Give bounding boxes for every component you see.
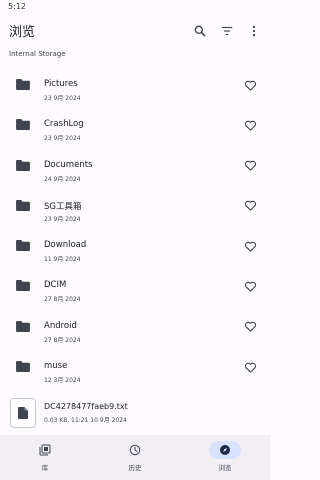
favorite-button[interactable] (242, 158, 258, 174)
folder-date: 27 8月 2024 (44, 336, 81, 344)
folder-date: 11 9月 2024 (44, 256, 81, 264)
filter-icon (221, 26, 233, 36)
folder-date: 23 9月 2024 (44, 215, 81, 223)
nav-browse[interactable]: 浏览 (180, 435, 270, 480)
heart-outline-icon (244, 362, 256, 373)
heart-outline-icon (244, 241, 256, 252)
folder-icon (16, 361, 30, 373)
folder-name: Android (44, 320, 77, 331)
folder-row-muse[interactable]: muse 12 3月 2024 (0, 348, 270, 388)
folder-date: 27 8月 2024 (44, 296, 81, 304)
favorite-button[interactable] (242, 319, 258, 335)
folder-icon (16, 119, 30, 131)
folder-icon (16, 240, 30, 252)
more-vert-icon (252, 25, 256, 37)
file-name: DC4278477faeb9.txt (44, 402, 128, 411)
folder-name: DCIM (44, 280, 67, 291)
folder-date: 23 9月 2024 (44, 135, 81, 143)
filter-button[interactable] (217, 21, 237, 41)
status-bar: 5:12 (0, 0, 270, 14)
breadcrumb[interactable]: Internal Storage (9, 50, 66, 58)
heart-outline-icon (244, 80, 256, 91)
favorite-button[interactable] (242, 117, 258, 133)
nav-library[interactable]: 库 (0, 435, 90, 480)
folder-list: Pictures 23 9月 2024 CrashLog 23 9月 2024 … (0, 66, 270, 388)
heart-outline-icon (244, 201, 256, 212)
folder-name: CrashLog (44, 119, 84, 130)
folder-name: Pictures (44, 79, 78, 89)
folder-name: Documents (44, 159, 93, 170)
status-time: 5:12 (8, 2, 26, 11)
nav-label: 历史 (128, 464, 142, 472)
folder-row-pictures[interactable]: Pictures 23 9月 2024 (0, 66, 270, 106)
folder-name: muse (44, 361, 68, 372)
favorite-button[interactable] (242, 198, 258, 214)
folder-row-android[interactable]: Android 27 8月 2024 (0, 308, 270, 348)
folder-name: SG工具箱 (44, 201, 82, 212)
folder-row-download[interactable]: Download 11 9月 2024 (0, 227, 270, 267)
folder-row-crashlog[interactable]: CrashLog 23 9月 2024 (0, 106, 270, 146)
page-title: 浏览 (9, 25, 36, 40)
folder-row-dcim[interactable]: DCIM 27 8月 2024 (0, 267, 270, 307)
folder-icon (16, 199, 30, 211)
favorite-button[interactable] (242, 359, 258, 375)
folder-icon (16, 280, 30, 292)
folder-name: Download (44, 240, 87, 251)
nav-label: 库 (41, 464, 49, 472)
folder-date: 23 9月 2024 (44, 95, 81, 102)
library-icon (39, 444, 51, 456)
heart-outline-icon (244, 120, 256, 131)
history-icon (129, 444, 141, 456)
app-bar: 浏览 (0, 14, 270, 48)
search-button[interactable] (190, 21, 210, 41)
file-meta: 0.03 KB, 11:21 10 9月 2024 (44, 417, 127, 424)
folder-date: 12 3月 2024 (44, 377, 81, 385)
folder-row-documents[interactable]: Documents 24 9月 2024 (0, 147, 270, 187)
heart-outline-icon (244, 322, 256, 332)
folder-date: 24 9月 2024 (44, 175, 81, 183)
nav-label: 浏览 (218, 464, 232, 472)
compass-icon (220, 445, 230, 455)
folder-icon (16, 159, 30, 171)
file-row-txt[interactable]: DC4278477faeb9.txt 0.03 KB, 11:21 10 9月 … (0, 396, 270, 434)
nav-history[interactable]: 历史 (90, 435, 180, 480)
favorite-button[interactable] (242, 278, 258, 294)
folder-icon (16, 320, 30, 332)
favorite-button[interactable] (242, 238, 258, 254)
heart-outline-icon (244, 281, 256, 292)
folder-icon (16, 79, 30, 90)
bottom-navigation: 库 历史 浏览 (0, 435, 270, 480)
favorite-button[interactable] (242, 77, 258, 93)
more-options-button[interactable] (244, 21, 264, 41)
heart-outline-icon (244, 160, 256, 171)
folder-row-sg-tools[interactable]: SG工具箱 23 9月 2024 (0, 187, 270, 227)
search-icon (194, 25, 206, 37)
document-icon (18, 407, 28, 419)
file-thumbnail (10, 398, 36, 428)
